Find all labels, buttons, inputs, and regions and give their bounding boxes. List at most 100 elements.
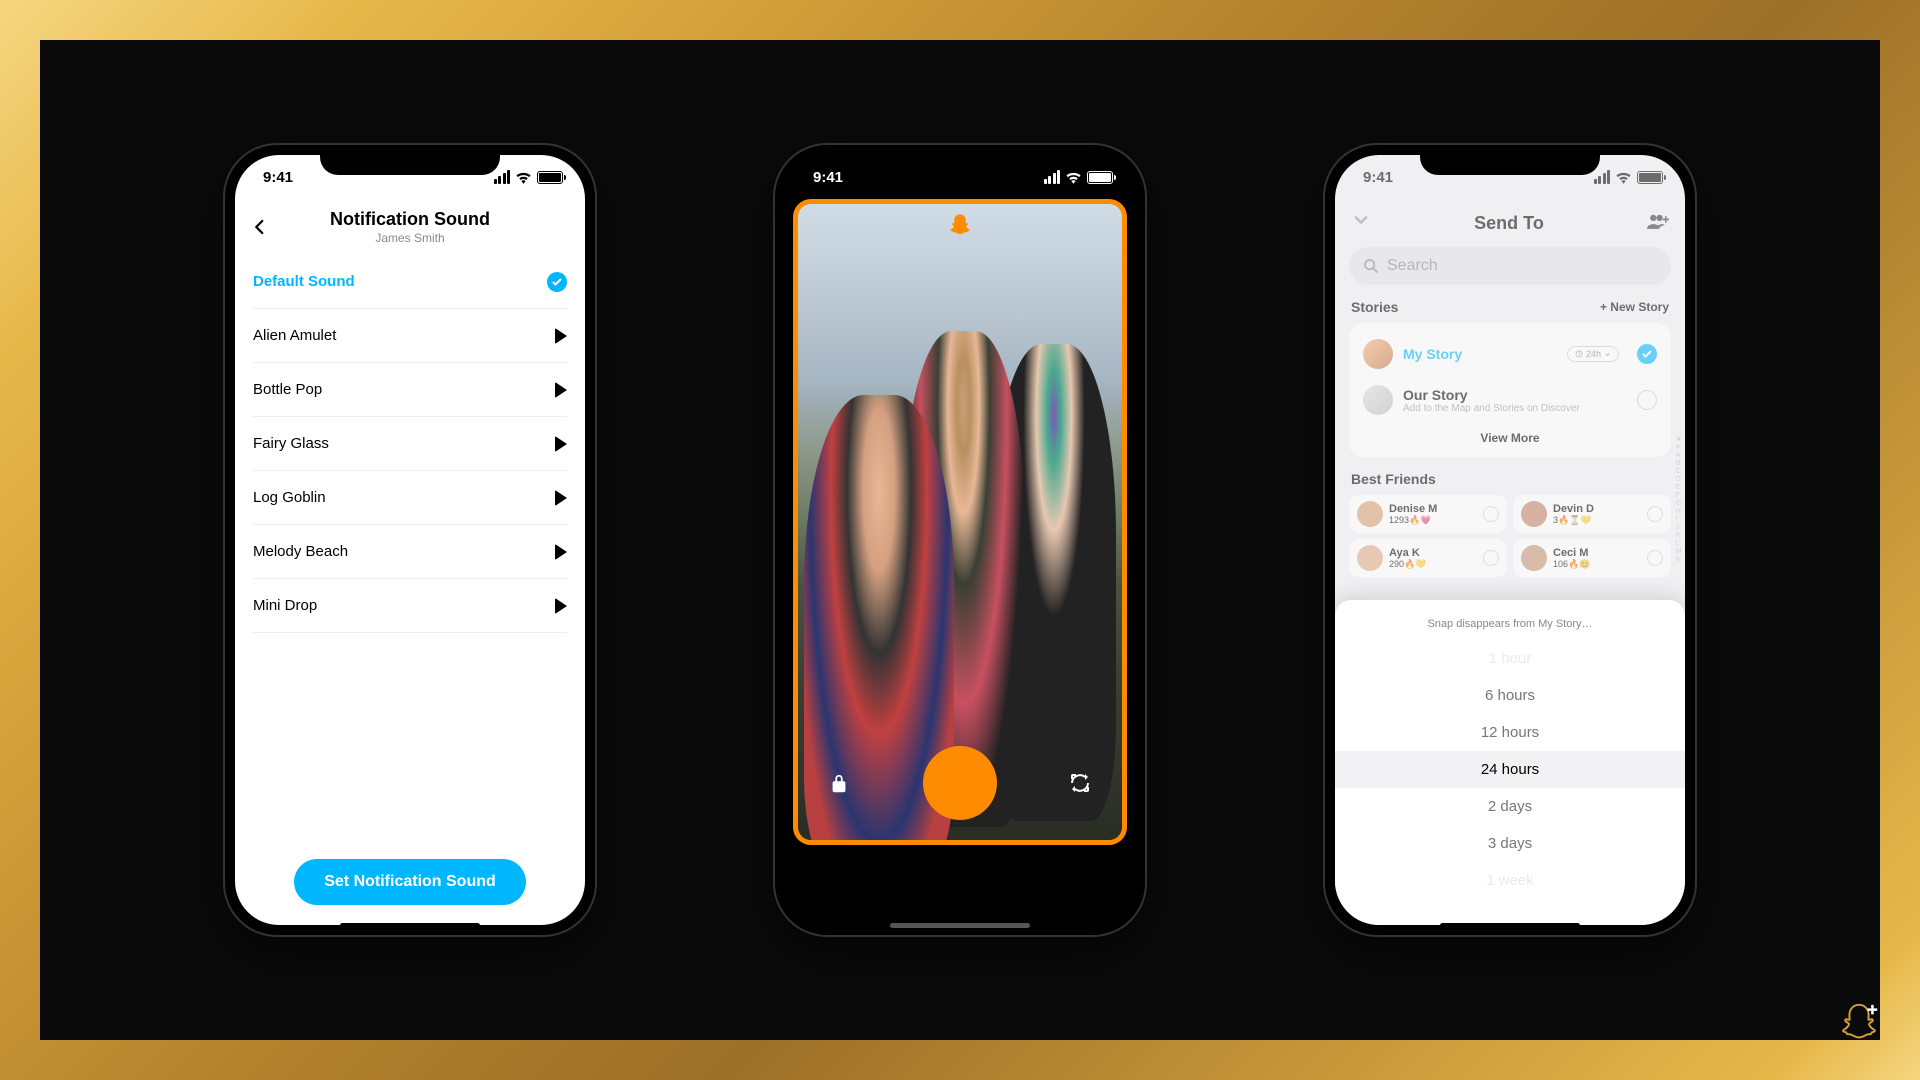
my-story-checkbox[interactable] bbox=[1637, 344, 1657, 364]
status-time: 9:41 bbox=[263, 169, 293, 186]
search-icon bbox=[1363, 258, 1379, 274]
sound-option[interactable]: Log Goblin bbox=[253, 471, 567, 525]
best-friends-header: Best Friends bbox=[1351, 471, 1436, 487]
friend-checkbox[interactable] bbox=[1483, 550, 1499, 566]
alpha-letter[interactable]: E bbox=[1676, 484, 1682, 491]
capture-button[interactable] bbox=[923, 746, 997, 820]
wifi-icon bbox=[515, 171, 532, 184]
play-icon[interactable] bbox=[555, 436, 567, 452]
duration-option[interactable]: 2 days bbox=[1335, 788, 1685, 825]
avatar bbox=[1363, 339, 1393, 369]
alpha-letter[interactable]: G bbox=[1676, 500, 1682, 507]
page-subtitle: James Smith bbox=[330, 231, 490, 245]
view-more-button[interactable]: View More bbox=[1349, 423, 1671, 449]
alpha-letter[interactable]: A bbox=[1676, 452, 1682, 459]
our-story-checkbox[interactable] bbox=[1637, 390, 1657, 410]
camera-viewfinder[interactable] bbox=[793, 199, 1127, 845]
sound-option[interactable]: Fairy Glass bbox=[253, 417, 567, 471]
duration-option[interactable]: 24 hours bbox=[1335, 751, 1685, 788]
our-story-label: Our Story Add to the Map and Stories on … bbox=[1403, 387, 1627, 414]
friend-checkbox[interactable] bbox=[1647, 550, 1663, 566]
add-friends-icon[interactable] bbox=[1647, 212, 1669, 235]
sound-option[interactable]: Alien Amulet bbox=[253, 309, 567, 363]
duration-option[interactable]: 12 hours bbox=[1335, 714, 1685, 751]
sound-label: Bottle Pop bbox=[253, 381, 322, 398]
alpha-letter[interactable]: D bbox=[1676, 476, 1682, 483]
chevron-down-icon bbox=[1604, 351, 1611, 358]
clock-icon bbox=[1575, 350, 1583, 358]
alpha-letter[interactable]: F bbox=[1676, 492, 1682, 499]
alpha-letter[interactable]: C bbox=[1676, 468, 1682, 475]
stories-card: My Story 24h Our Story bbox=[1349, 323, 1671, 457]
sound-label: Fairy Glass bbox=[253, 435, 329, 452]
friend-cell[interactable]: Ceci M106🔥😊 bbox=[1513, 539, 1671, 577]
sound-list[interactable]: Default Sound Alien Amulet Bottle Pop Fairy… bbox=[235, 255, 585, 839]
sheet-title: Snap disappears from My Story… bbox=[1335, 618, 1685, 630]
play-icon[interactable] bbox=[555, 490, 567, 506]
alpha-letter[interactable]: I bbox=[1676, 516, 1682, 523]
flip-camera-icon[interactable] bbox=[1068, 771, 1092, 800]
search-input[interactable]: Search bbox=[1349, 247, 1671, 285]
home-indicator[interactable] bbox=[890, 923, 1030, 928]
alpha-letter[interactable]: L bbox=[1676, 540, 1682, 547]
alpha-letter[interactable]: N bbox=[1676, 556, 1682, 563]
home-indicator[interactable] bbox=[340, 923, 480, 928]
lock-icon[interactable] bbox=[828, 773, 850, 800]
signal-icon bbox=[1044, 170, 1061, 184]
friend-cell[interactable]: Denise M1293🔥💗 bbox=[1349, 495, 1507, 533]
sound-label: Default Sound bbox=[253, 273, 355, 290]
notch bbox=[870, 145, 1050, 175]
alpha-letter[interactable]: K bbox=[1676, 532, 1682, 539]
sound-option[interactable]: Mini Drop bbox=[253, 579, 567, 633]
sound-label: Alien Amulet bbox=[253, 327, 336, 344]
play-icon[interactable] bbox=[555, 544, 567, 560]
play-icon[interactable] bbox=[555, 382, 567, 398]
sound-label: Melody Beach bbox=[253, 543, 348, 560]
home-indicator[interactable] bbox=[1440, 923, 1580, 928]
new-story-button[interactable]: + New Story bbox=[1600, 300, 1669, 314]
duration-option[interactable]: 1 week bbox=[1335, 862, 1685, 899]
duration-sheet[interactable]: Snap disappears from My Story… 1 hour6 h… bbox=[1335, 600, 1685, 925]
avatar bbox=[1521, 545, 1547, 571]
sound-option[interactable]: Bottle Pop bbox=[253, 363, 567, 417]
friend-meta: 1293🔥💗 bbox=[1389, 515, 1437, 526]
our-story-row[interactable]: Our Story Add to the Map and Stories on … bbox=[1349, 377, 1671, 423]
avatar bbox=[1521, 501, 1547, 527]
back-button[interactable] bbox=[251, 212, 269, 243]
friend-checkbox[interactable] bbox=[1483, 506, 1499, 522]
page-title: Send To bbox=[1474, 213, 1544, 234]
play-icon[interactable] bbox=[555, 598, 567, 614]
check-icon bbox=[547, 272, 567, 292]
play-icon[interactable] bbox=[555, 328, 567, 344]
alpha-letter[interactable]: # bbox=[1676, 444, 1682, 451]
alpha-letter[interactable]: J bbox=[1676, 524, 1682, 531]
snapchat-plus-logo bbox=[1836, 1001, 1882, 1052]
friend-cell[interactable]: Aya K290🔥💛 bbox=[1349, 539, 1507, 577]
friend-checkbox[interactable] bbox=[1647, 506, 1663, 522]
phone-notification-sound: 9:41 Notification Sound James Smith Defa… bbox=[225, 145, 595, 935]
friend-cell[interactable]: Devin D3🔥⏳💛 bbox=[1513, 495, 1671, 533]
signal-icon bbox=[494, 170, 511, 184]
status-time: 9:41 bbox=[1363, 169, 1393, 186]
alpha-letter[interactable]: ★ bbox=[1676, 435, 1682, 443]
duration-option[interactable]: 1 hour bbox=[1335, 640, 1685, 677]
notch bbox=[320, 145, 500, 175]
sound-option[interactable]: Melody Beach bbox=[253, 525, 567, 579]
avatar bbox=[1357, 545, 1383, 571]
sound-option[interactable]: Default Sound bbox=[253, 255, 567, 309]
my-story-row[interactable]: My Story 24h bbox=[1349, 331, 1671, 377]
duration-option[interactable]: 3 days bbox=[1335, 825, 1685, 862]
chevron-down-icon[interactable] bbox=[1351, 210, 1371, 236]
set-notification-sound-button[interactable]: Set Notification Sound bbox=[294, 859, 526, 905]
sound-label: Mini Drop bbox=[253, 597, 317, 614]
alpha-letter[interactable]: H bbox=[1676, 508, 1682, 515]
alphabet-index[interactable]: ★#ABCDEFGHIJKLMN bbox=[1676, 435, 1682, 563]
alpha-letter[interactable]: B bbox=[1676, 460, 1682, 467]
stories-header: Stories bbox=[1351, 299, 1398, 315]
friend-meta: 290🔥💛 bbox=[1389, 559, 1426, 570]
status-time: 9:41 bbox=[813, 169, 843, 186]
snapchat-ghost-icon bbox=[946, 212, 974, 245]
duration-option[interactable]: 6 hours bbox=[1335, 677, 1685, 714]
alpha-letter[interactable]: M bbox=[1676, 548, 1682, 555]
duration-pill[interactable]: 24h bbox=[1567, 346, 1619, 362]
